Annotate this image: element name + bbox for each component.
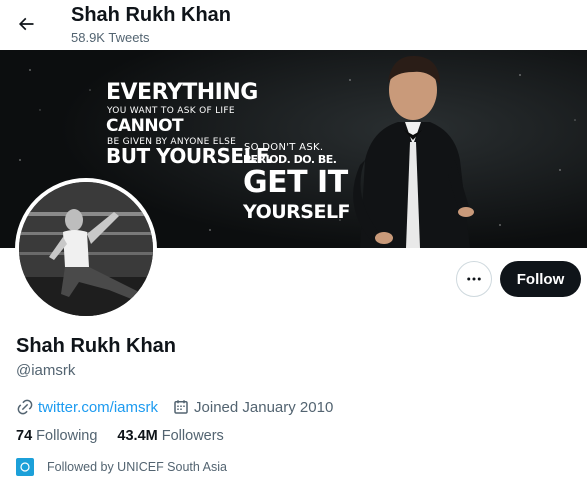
joined-date: Joined January 2010 — [194, 398, 334, 416]
website-link[interactable]: twitter.com/iamsrk — [38, 399, 158, 416]
avatar-image — [19, 182, 153, 316]
banner-text-line2: YOU WANT TO ASK OF LIFE — [107, 106, 235, 116]
banner-text-line8: GET IT — [243, 165, 348, 200]
following-count: 74 — [16, 428, 33, 444]
followers-label: Followers — [161, 428, 224, 444]
back-arrow-icon — [18, 17, 34, 31]
profile-header: Shah Rukh Khan 58.9K Tweets — [0, 0, 587, 50]
banner-text-line6: SO DON'T ASK. — [244, 142, 324, 153]
followers-count: 43.4M — [117, 428, 158, 444]
followed-by[interactable]: Followed by UNICEF South Asia — [16, 458, 227, 476]
banner-text-line9: YOURSELF — [243, 201, 351, 223]
avatar[interactable] — [15, 178, 157, 320]
banner-text-line7: PERIOD. DO. BE. — [243, 153, 337, 166]
more-options-button[interactable] — [456, 261, 492, 297]
banner-text-line1: EVERYTHING — [106, 80, 258, 105]
follow-button[interactable]: Follow — [500, 261, 581, 297]
profile-handle: @iamsrk — [16, 362, 76, 379]
website-item: twitter.com/iamsrk — [16, 398, 158, 416]
profile-meta: twitter.com/iamsrk Joined January 2010 — [16, 397, 347, 417]
unicef-avatar — [16, 458, 34, 476]
link-icon — [16, 398, 34, 416]
calendar-icon — [172, 398, 190, 416]
back-button[interactable] — [10, 8, 42, 40]
profile-name: Shah Rukh Khan — [16, 335, 177, 357]
following-link[interactable]: 74 Following — [16, 428, 97, 444]
ellipsis-icon — [467, 277, 481, 281]
followed-by-text: Followed by UNICEF South Asia — [47, 460, 227, 474]
joined-item: Joined January 2010 — [172, 398, 333, 416]
tweet-count: 58.9K Tweets — [71, 30, 150, 45]
profile-stats: 74 Following 43.4M Followers — [16, 428, 244, 444]
following-label: Following — [36, 428, 98, 444]
header-title: Shah Rukh Khan — [71, 4, 232, 26]
followers-link[interactable]: 43.4M Followers — [117, 428, 223, 444]
banner-text-line3: CANNOT — [106, 116, 184, 136]
